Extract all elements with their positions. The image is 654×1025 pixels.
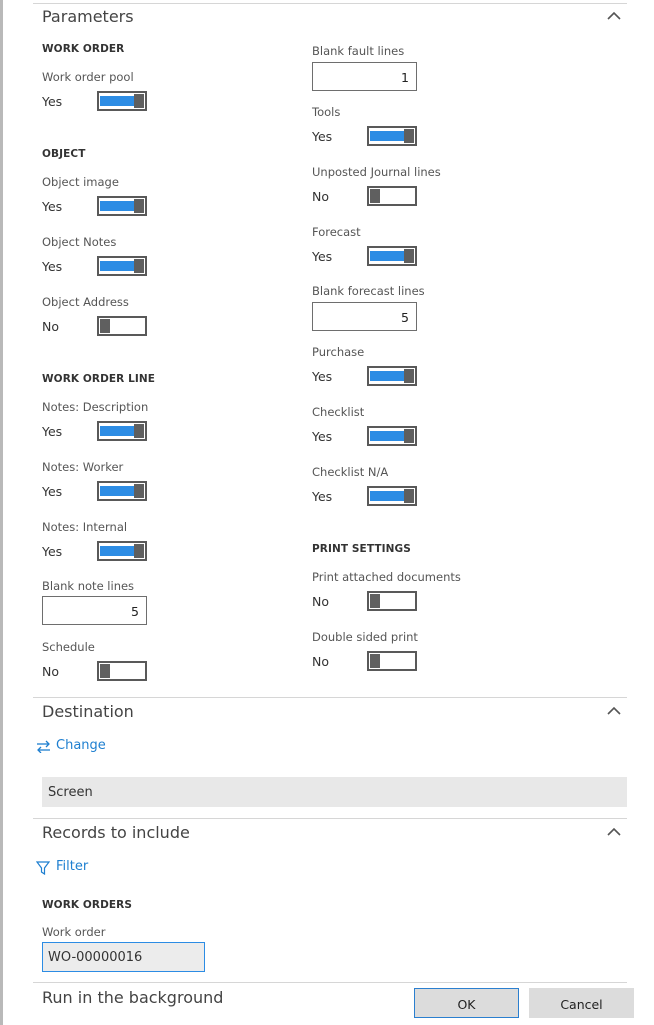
tools-toggle[interactable] <box>367 126 417 146</box>
object-address-label: Object Address <box>42 295 129 309</box>
tools-label: Tools <box>312 105 341 119</box>
checklist-na-label: Checklist N/A <box>312 465 389 479</box>
notes-internal-label: Notes: Internal <box>42 520 128 534</box>
object-group-heading: OBJECT <box>42 148 86 160</box>
print-attached-documents-value: No <box>312 594 329 609</box>
schedule-label: Schedule <box>42 640 95 654</box>
purchase-label: Purchase <box>312 345 365 359</box>
work-order-filter-field[interactable]: WO-00000016 <box>42 942 205 972</box>
purchase-value: Yes <box>312 369 333 384</box>
object-notes-toggle[interactable] <box>97 256 147 276</box>
checklist-na-value: Yes <box>312 489 333 504</box>
object-notes-label: Object Notes <box>42 235 117 249</box>
notes-worker-label: Notes: Worker <box>42 460 124 474</box>
object-notes-value: Yes <box>42 259 63 274</box>
blank-note-lines-label: Blank note lines <box>42 579 135 593</box>
footer-divider <box>33 982 627 983</box>
notes-worker-value: Yes <box>42 484 63 499</box>
object-image-label: Object image <box>42 175 119 189</box>
forecast-value: Yes <box>312 249 333 264</box>
cancel-button[interactable]: Cancel <box>529 988 634 1018</box>
double-sided-print-label: Double sided print <box>312 630 418 644</box>
destination-title: Destination <box>42 702 134 721</box>
forecast-label: Forecast <box>312 225 361 239</box>
object-image-value: Yes <box>42 199 63 214</box>
schedule-value: No <box>42 664 59 679</box>
notes-description-label: Notes: Description <box>42 400 149 414</box>
checklist-na-toggle[interactable] <box>367 486 417 506</box>
collapse-destination-chevron-up-icon[interactable] <box>607 706 621 716</box>
work-order-pool-toggle[interactable] <box>97 91 147 111</box>
tools-value: Yes <box>312 129 333 144</box>
parameters-title: Parameters <box>42 7 134 26</box>
checklist-value: Yes <box>312 429 333 444</box>
work-order-pool-value: Yes <box>42 94 63 109</box>
destination-value-field: Screen <box>42 777 627 807</box>
object-address-value: No <box>42 319 59 334</box>
blank-note-lines-input[interactable]: 5 <box>42 596 147 625</box>
blank-fault-lines-input[interactable]: 1 <box>312 62 417 91</box>
work-order-line-group-heading: WORK ORDER LINE <box>42 373 156 385</box>
work-order-pool-label: Work order pool <box>42 70 134 84</box>
notes-description-value: Yes <box>42 424 63 439</box>
forecast-toggle[interactable] <box>367 246 417 266</box>
records-divider <box>33 818 627 819</box>
print-settings-group-heading: PRINT SETTINGS <box>312 543 411 555</box>
checklist-label: Checklist <box>312 405 365 419</box>
work-orders-group-heading: WORK ORDERS <box>42 899 133 911</box>
schedule-toggle[interactable] <box>97 661 147 681</box>
unposted-journal-lines-label: Unposted Journal lines <box>312 165 441 179</box>
notes-worker-toggle[interactable] <box>97 481 147 501</box>
work-order-filter-label: Work order <box>42 925 106 939</box>
records-title: Records to include <box>42 823 190 842</box>
destination-divider <box>33 697 627 698</box>
double-sided-print-value: No <box>312 654 329 669</box>
unposted-journal-lines-toggle[interactable] <box>367 186 417 206</box>
blank-forecast-lines-label: Blank forecast lines <box>312 284 425 298</box>
filter-funnel-icon <box>36 861 50 875</box>
swap-arrows-icon <box>37 740 50 753</box>
purchase-toggle[interactable] <box>367 366 417 386</box>
object-address-toggle[interactable] <box>97 316 147 336</box>
run-in-background-link[interactable]: Run in the background <box>42 988 223 1007</box>
blank-forecast-lines-input[interactable]: 5 <box>312 302 417 331</box>
ok-button[interactable]: OK <box>414 988 519 1018</box>
collapse-parameters-chevron-up-icon[interactable] <box>607 11 621 21</box>
notes-description-toggle[interactable] <box>97 421 147 441</box>
collapse-records-chevron-up-icon[interactable] <box>607 827 621 837</box>
blank-fault-lines-label: Blank fault lines <box>312 44 405 58</box>
notes-internal-value: Yes <box>42 544 63 559</box>
print-attached-documents-toggle[interactable] <box>367 591 417 611</box>
work-order-group-heading: WORK ORDER <box>42 43 125 55</box>
object-image-toggle[interactable] <box>97 196 147 216</box>
double-sided-print-toggle[interactable] <box>367 651 417 671</box>
filter-label: Filter <box>56 859 89 874</box>
unposted-journal-lines-value: No <box>312 189 329 204</box>
window-left-edge <box>0 0 3 1025</box>
change-label: Change <box>56 738 106 753</box>
checklist-toggle[interactable] <box>367 426 417 446</box>
print-attached-documents-label: Print attached documents <box>312 570 461 584</box>
top-divider <box>33 3 627 4</box>
notes-internal-toggle[interactable] <box>97 541 147 561</box>
